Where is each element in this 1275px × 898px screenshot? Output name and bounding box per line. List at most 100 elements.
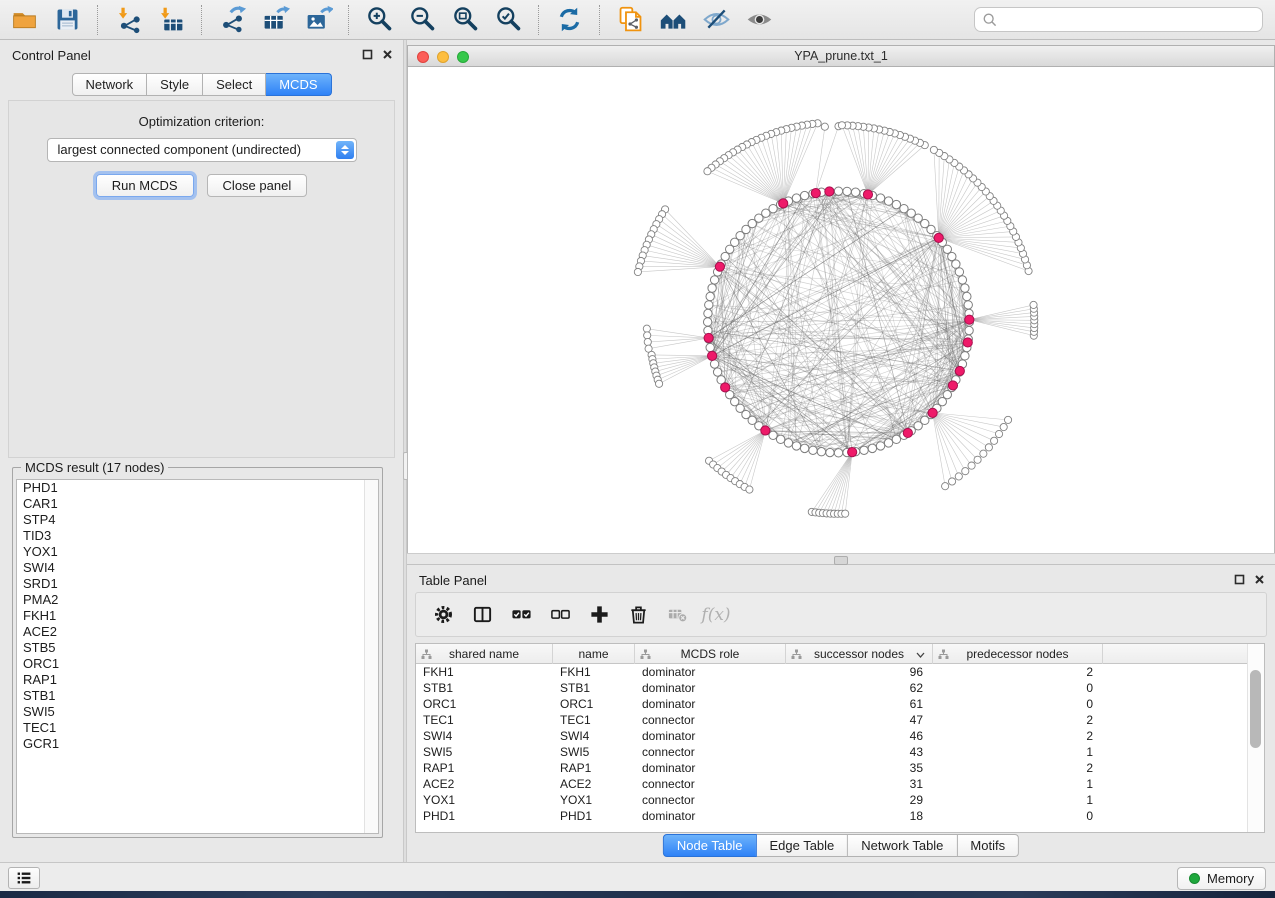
zoom-fit-button[interactable] xyxy=(447,3,484,37)
scrollbar-thumb[interactable] xyxy=(1250,670,1261,748)
dominator-node[interactable] xyxy=(848,448,857,457)
mcds-result-item[interactable]: ACE2 xyxy=(17,624,378,640)
deselect-all-rows-button[interactable] xyxy=(547,602,573,628)
network-node[interactable] xyxy=(713,368,721,376)
add-column-button[interactable] xyxy=(586,602,612,628)
leaf-node[interactable] xyxy=(985,444,992,451)
horizontal-splitter[interactable] xyxy=(407,553,1275,565)
network-node[interactable] xyxy=(900,204,908,212)
column-header-predecessor-nodes[interactable]: predecessor nodes xyxy=(933,644,1103,664)
table-row[interactable]: PHD1PHD1dominator180 xyxy=(416,808,1264,824)
zoom-selected-button[interactable] xyxy=(490,3,527,37)
network-node[interactable] xyxy=(721,252,729,260)
leaf-node[interactable] xyxy=(991,437,998,444)
network-node[interactable] xyxy=(892,200,900,208)
network-node[interactable] xyxy=(705,301,713,309)
network-node[interactable] xyxy=(776,435,784,443)
duplicate-network-button[interactable] xyxy=(612,3,649,37)
tab-network-table[interactable]: Network Table xyxy=(848,834,957,857)
dominator-node[interactable] xyxy=(963,338,972,347)
export-image-button[interactable] xyxy=(300,3,337,37)
network-node[interactable] xyxy=(834,187,842,195)
memory-button[interactable]: Memory xyxy=(1177,867,1266,890)
toggle-columns-button[interactable] xyxy=(469,602,495,628)
network-node[interactable] xyxy=(800,191,808,199)
dominator-node[interactable] xyxy=(761,426,770,435)
dominator-node[interactable] xyxy=(948,381,957,390)
network-node[interactable] xyxy=(955,268,963,276)
network-node[interactable] xyxy=(961,284,969,292)
tab-network[interactable]: Network xyxy=(71,73,147,96)
search-field[interactable] xyxy=(974,7,1263,32)
mcds-result-item[interactable]: CAR1 xyxy=(17,496,378,512)
dominator-node[interactable] xyxy=(934,233,943,242)
zoom-out-button[interactable] xyxy=(404,3,441,37)
network-node[interactable] xyxy=(708,284,716,292)
leaf-node[interactable] xyxy=(955,473,962,480)
network-node[interactable] xyxy=(961,352,969,360)
run-mcds-button[interactable]: Run MCDS xyxy=(96,174,194,197)
tab-mcds[interactable]: MCDS xyxy=(266,73,331,96)
leaf-node[interactable] xyxy=(968,462,975,469)
splitter-grip[interactable] xyxy=(834,556,848,565)
leaf-node[interactable] xyxy=(746,486,753,493)
optimization-criterion-select[interactable]: largest connected component (undirected) xyxy=(47,138,357,162)
leaf-node[interactable] xyxy=(980,450,987,457)
table-row[interactable]: FKH1FKH1dominator962 xyxy=(416,664,1264,680)
table-options-button[interactable] xyxy=(430,602,456,628)
close-panel-button[interactable]: Close panel xyxy=(207,174,308,197)
column-header-shared-name[interactable]: shared name xyxy=(416,644,553,664)
import-network-button[interactable] xyxy=(110,3,147,37)
network-node[interactable] xyxy=(851,188,859,196)
leaf-node[interactable] xyxy=(948,478,955,485)
close-window-button[interactable] xyxy=(417,51,429,63)
delete-column-button[interactable] xyxy=(625,602,651,628)
float-panel-icon[interactable] xyxy=(1234,574,1245,585)
show-all-button[interactable] xyxy=(741,3,778,37)
table-row[interactable]: ACE2ACE2connector311 xyxy=(416,776,1264,792)
mcds-result-item[interactable]: ORC1 xyxy=(17,656,378,672)
network-node[interactable] xyxy=(965,326,973,334)
zoom-in-button[interactable] xyxy=(361,3,398,37)
tab-node-table[interactable]: Node Table xyxy=(663,834,757,857)
table-row[interactable]: RAP1RAP1dominator352 xyxy=(416,760,1264,776)
network-node[interactable] xyxy=(884,197,892,205)
zoom-window-button[interactable] xyxy=(457,51,469,63)
leaf-node[interactable] xyxy=(644,332,651,339)
sort-chevron-icon[interactable] xyxy=(916,652,925,658)
table-row[interactable]: ORC1ORC1dominator610 xyxy=(416,696,1264,712)
show-panels-button[interactable] xyxy=(8,867,40,889)
tab-motifs[interactable]: Motifs xyxy=(957,834,1019,857)
mcds-result-item[interactable]: SWI4 xyxy=(17,560,378,576)
leaf-node[interactable] xyxy=(655,380,662,387)
network-node[interactable] xyxy=(769,431,777,439)
network-node[interactable] xyxy=(868,444,876,452)
leaf-node[interactable] xyxy=(704,168,711,175)
mcds-result-item[interactable]: SWI5 xyxy=(17,704,378,720)
leaf-node[interactable] xyxy=(634,268,641,275)
tab-style[interactable]: Style xyxy=(147,73,203,96)
network-node[interactable] xyxy=(952,260,960,268)
list-scrollbar[interactable] xyxy=(364,480,378,833)
close-panel-icon[interactable] xyxy=(382,49,393,60)
leaf-node[interactable] xyxy=(1030,301,1037,308)
network-node[interactable] xyxy=(892,435,900,443)
minimize-window-button[interactable] xyxy=(437,51,449,63)
network-node[interactable] xyxy=(710,360,718,368)
dominator-node[interactable] xyxy=(704,333,713,342)
network-node[interactable] xyxy=(958,276,966,284)
export-network-button[interactable] xyxy=(214,3,251,37)
mcds-result-item[interactable]: FKH1 xyxy=(17,608,378,624)
network-node[interactable] xyxy=(964,301,972,309)
network-graph[interactable] xyxy=(408,67,1274,553)
nested-networks-button[interactable] xyxy=(655,3,692,37)
leaf-node[interactable] xyxy=(974,456,981,463)
network-node[interactable] xyxy=(876,442,884,450)
network-node[interactable] xyxy=(843,187,851,195)
dominator-node[interactable] xyxy=(779,199,788,208)
dominator-node[interactable] xyxy=(928,408,937,417)
close-panel-icon[interactable] xyxy=(1254,574,1265,585)
dominator-node[interactable] xyxy=(955,366,964,375)
dominator-node[interactable] xyxy=(825,187,834,196)
open-file-button[interactable] xyxy=(6,3,43,37)
